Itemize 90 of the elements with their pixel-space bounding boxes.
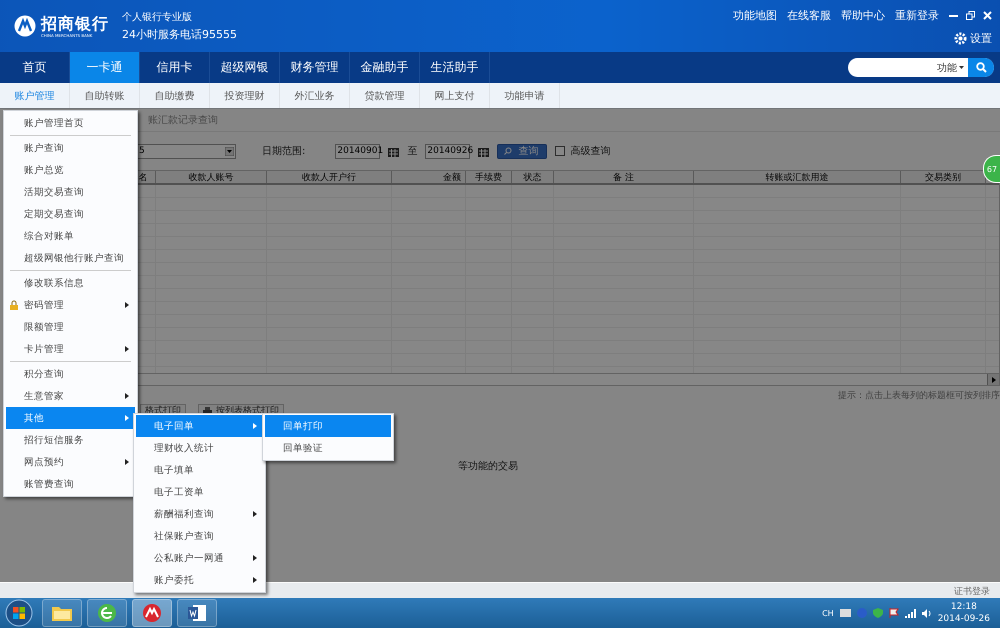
printer-icon	[203, 406, 212, 414]
advanced-checkbox[interactable]	[555, 146, 566, 156]
menu-item[interactable]: 账管费查询	[6, 473, 135, 495]
subnav-tab[interactable]: 自助缴费	[140, 83, 210, 108]
menu-item[interactable]: 定期交易查询	[6, 203, 135, 225]
account-select[interactable]: 5	[136, 144, 236, 158]
header-link[interactable]: 重新登录	[895, 8, 939, 23]
clock-date[interactable]: 2014-09-26	[938, 613, 990, 625]
bank-logo-icon	[142, 603, 162, 623]
taskbar-app[interactable]	[177, 599, 217, 627]
settings-icon[interactable]	[954, 32, 967, 45]
clock-time[interactable]: 12:18	[950, 601, 977, 613]
advanced-query-label: 高级查询	[570, 144, 610, 158]
menu-item[interactable]: 超级网银他行账户查询	[6, 247, 135, 269]
menu-item[interactable]: 修改联系信息	[6, 272, 135, 294]
subnav-tab[interactable]: 自助转账	[70, 83, 140, 108]
signal-icon[interactable]	[904, 608, 916, 618]
menu-item[interactable]: 电子填单	[136, 459, 263, 481]
browser-icon	[97, 603, 117, 623]
lock-icon	[9, 300, 19, 310]
bank-name: 招商银行	[41, 14, 109, 32]
flag-icon[interactable]	[888, 608, 899, 618]
column-header[interactable]: 转账或汇款用途	[694, 171, 901, 183]
speaker-icon[interactable]	[922, 608, 932, 618]
menu-item[interactable]: 薪酬福利查询	[136, 503, 263, 525]
dropdown-arrow-icon[interactable]	[225, 146, 234, 156]
bank-logo-icon	[14, 15, 36, 37]
menu-item[interactable]: 活期交易查询	[6, 181, 135, 203]
nav-tab[interactable]: 一卡通	[70, 52, 140, 83]
subnav-tab[interactable]: 投资理财	[210, 83, 280, 108]
edition-label: 个人银行专业版	[122, 10, 193, 24]
column-header[interactable]: 备 注	[554, 171, 694, 183]
menu-item[interactable]: 密码管理	[6, 294, 135, 316]
menu-item[interactable]: 积分查询	[6, 363, 135, 385]
menu-item[interactable]: 账户管理首页	[6, 112, 135, 134]
document-icon	[187, 603, 207, 623]
taskbar-app[interactable]	[42, 599, 82, 627]
menu-item[interactable]: 生意管家	[6, 385, 135, 407]
taskbar-app[interactable]	[132, 599, 172, 627]
menu-item[interactable]: 综合对账单	[6, 225, 135, 247]
search-icon	[504, 147, 512, 155]
certificate-login-link[interactable]: 证书登录	[954, 584, 990, 598]
column-header[interactable]: 收款人账号	[156, 171, 267, 183]
menu-item[interactable]: 网点预约	[6, 451, 135, 473]
folder-icon	[52, 605, 72, 621]
header-link[interactable]: 在线客服	[787, 8, 831, 23]
header-link[interactable]: 功能地图	[733, 8, 777, 23]
start-button[interactable]	[4, 598, 34, 628]
date-range-label: 日期范围:	[262, 144, 306, 158]
column-header[interactable]: 状态	[512, 171, 554, 183]
header-link[interactable]: 帮助中心	[841, 8, 885, 23]
subnav-tab[interactable]: 网上支付	[420, 83, 490, 108]
menu-item[interactable]: 账户查询	[6, 137, 135, 159]
search-icon	[976, 62, 986, 73]
page-title: 账汇款记录查询	[148, 114, 218, 127]
restore-icon[interactable]	[966, 11, 975, 20]
close-icon[interactable]	[983, 11, 992, 20]
hotline-text: 24小时服务电话95555	[122, 27, 237, 42]
menu-item[interactable]: 卡片管理	[6, 338, 135, 360]
menu-item[interactable]: 招行短信服务	[6, 429, 135, 451]
menu-item[interactable]: 理财收入统计	[136, 437, 263, 459]
menu-item[interactable]: 社保账户查询	[136, 525, 263, 547]
note-text: 等功能的交易	[458, 461, 518, 472]
sort-hint-text: 提示：点击上表每列的标题框可按列排序	[838, 391, 1000, 401]
caret-icon[interactable]	[959, 66, 964, 69]
search-field[interactable]: 功能	[848, 58, 994, 77]
scroll-right-icon[interactable]	[992, 376, 996, 382]
column-header[interactable]: 手续费	[466, 171, 512, 183]
calendar-icon[interactable]	[478, 146, 490, 156]
language-indicator[interactable]: CH	[822, 608, 834, 618]
subnav-tab[interactable]: 外汇业务	[280, 83, 350, 108]
subnav-tab[interactable]: 贷款管理	[350, 83, 420, 108]
taskbar-app[interactable]	[87, 599, 127, 627]
menu-item[interactable]: 公私账户一网通	[136, 547, 263, 569]
date-separator: 至	[407, 145, 418, 158]
calendar-icon[interactable]	[388, 146, 400, 156]
end-date-field[interactable]: 20140926	[425, 144, 470, 158]
menu-item[interactable]: 电子工资单	[136, 481, 263, 503]
menu-item[interactable]: 账户委托	[136, 569, 263, 591]
start-date-field[interactable]: 20140901	[335, 144, 380, 158]
settings-link[interactable]: 设置	[970, 31, 992, 46]
menu-item[interactable]: 限额管理	[6, 316, 135, 338]
menu-item[interactable]: 回单打印	[265, 415, 391, 437]
column-header[interactable]: 收款人开户行	[267, 171, 392, 183]
column-header[interactable]: 金额	[392, 171, 466, 183]
subnav-tab[interactable]: 功能申请	[490, 83, 560, 108]
search-button[interactable]	[968, 58, 994, 77]
menu-item[interactable]: 回单验证	[265, 437, 391, 459]
menu-item[interactable]: 电子回单	[136, 415, 263, 437]
menu-item[interactable]: 其他	[6, 407, 135, 429]
